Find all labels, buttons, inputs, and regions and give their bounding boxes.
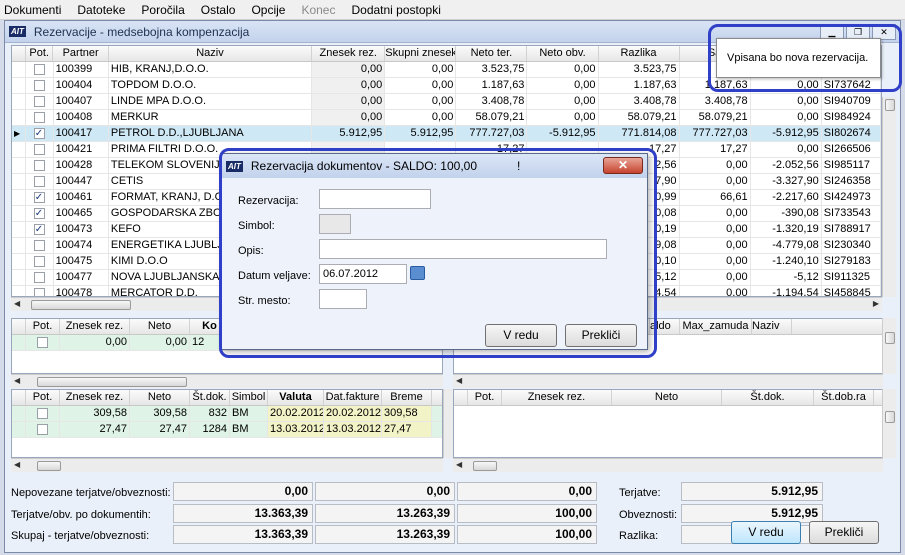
row-checkbox[interactable] xyxy=(33,288,45,296)
mid-right-hscroll[interactable]: ◀ xyxy=(453,374,883,388)
col-razlika[interactable]: Razlika xyxy=(599,46,680,61)
mid-left-hscroll[interactable]: ◀ xyxy=(11,374,443,388)
table-row[interactable]: 100408 MERKUR 0,00 0,00 58.079,21 0,00 58.079,… xyxy=(12,110,881,126)
docr-col-znesek[interactable]: Znesek rez. xyxy=(502,390,612,405)
col-pot[interactable]: Pot. xyxy=(26,46,54,61)
row-checkbox[interactable] xyxy=(33,160,45,171)
doc-col-breme[interactable]: Breme xyxy=(382,390,432,405)
mid-right-vscroll[interactable] xyxy=(882,318,896,374)
col-skupni-znesek[interactable]: Skupni znesek xyxy=(385,46,457,61)
terjatve-value: 5.912,95 xyxy=(681,482,823,501)
row-checkbox[interactable] xyxy=(33,206,45,221)
mid-col-neto[interactable]: Neto xyxy=(130,319,190,334)
doc-col-neto[interactable]: Neto xyxy=(130,390,190,405)
row-checkbox[interactable] xyxy=(33,144,45,155)
doc-col-stdok[interactable]: Št.dok. xyxy=(190,390,230,405)
menu-bar: Dokumenti Datoteke Poročila Ostalo Opcij… xyxy=(0,0,905,20)
terjatve-label: Terjatve: xyxy=(619,487,661,499)
doc-col-datfak[interactable]: Dat.fakture xyxy=(324,390,382,405)
doc-col-simbol[interactable]: Simbol xyxy=(230,390,268,405)
col-znesek-rez[interactable]: Znesek rez. xyxy=(312,46,386,61)
summary-row3-val2: 13.263,39 xyxy=(315,525,455,544)
summary-row3-val1: 13.363,39 xyxy=(173,525,313,544)
menu-dodatni-postopki[interactable]: Dodatni postopki xyxy=(351,3,440,17)
row-checkbox[interactable] xyxy=(33,176,45,187)
window-title: Rezervacije - medsebojna kompenzacija xyxy=(33,24,250,39)
tooltip-highlight xyxy=(708,24,902,92)
doc-col-valuta[interactable]: Valuta xyxy=(268,390,324,405)
doc-col-pot[interactable]: Pot. xyxy=(26,390,60,405)
menu-konec: Konec xyxy=(301,2,336,17)
docr-col-neto[interactable]: Neto xyxy=(612,390,722,405)
row-checkbox[interactable] xyxy=(37,408,48,419)
summary-row1-val3: 0,00 xyxy=(457,482,597,501)
dialog-highlight xyxy=(219,148,657,358)
menu-opcije[interactable]: Opcije xyxy=(251,3,285,17)
summary-row2-val1: 13.363,39 xyxy=(173,504,313,523)
docr-col-pot[interactable]: Pot. xyxy=(468,390,502,405)
app-logo: AIT xyxy=(9,26,26,37)
table-row[interactable]: ▶100417PETROL D.D.,LJUBLJANA5.912,955.91… xyxy=(12,126,881,142)
col-neto-ter[interactable]: Neto ter. xyxy=(456,46,528,61)
ok-button[interactable]: V redu xyxy=(731,521,801,544)
col-neto-obv[interactable]: Neto obv. xyxy=(527,46,599,61)
col-partner[interactable]: Partner xyxy=(53,46,109,61)
table-row[interactable]: 309,58 309,58 832 BM 20.02.2012 20.02.2012 309… xyxy=(12,406,442,422)
document-right-hscroll[interactable]: ◀ xyxy=(453,458,883,472)
row-checkbox[interactable] xyxy=(33,126,45,141)
mid-right-col-naziv[interactable]: Naziv xyxy=(752,319,792,334)
doc-col-znesek[interactable]: Znesek rez. xyxy=(60,390,130,405)
summary-row3-label: Skupaj - terjatve/obveznosti: xyxy=(11,530,150,542)
col-naziv[interactable]: Naziv xyxy=(109,46,313,61)
partner-grid-vscroll[interactable] xyxy=(882,97,896,297)
summary-row3-val3: 100,00 xyxy=(457,525,597,544)
document-right-grid: Pot. Znesek rez. Neto Št.dok. Št.dob.ra xyxy=(453,389,883,458)
summary-row1-label: Nepovezane terjatve/obveznosti: xyxy=(11,487,171,499)
menu-ostalo[interactable]: Ostalo xyxy=(201,3,236,17)
row-checkbox[interactable] xyxy=(33,272,45,283)
mid-col-znesek[interactable]: Znesek rez. xyxy=(60,319,130,334)
menu-porocila[interactable]: Poročila xyxy=(141,3,184,17)
document-right-vscroll[interactable] xyxy=(882,389,896,458)
row-checkbox[interactable] xyxy=(33,190,45,205)
cancel-button[interactable]: Prekliči xyxy=(809,521,879,544)
row-checkbox[interactable] xyxy=(33,222,45,237)
table-row[interactable]: 100407 LINDE MPA D.O.O. 0,00 0,00 3.408,78 0,… xyxy=(12,94,881,110)
obveznosti-label: Obveznosti: xyxy=(619,509,678,521)
row-checkbox[interactable] xyxy=(33,240,45,251)
menu-datoteke[interactable]: Datoteke xyxy=(77,3,125,17)
row-checkbox[interactable] xyxy=(33,256,45,267)
docr-col-stdobra[interactable]: Št.dob.ra xyxy=(814,390,874,405)
mid-right-col-max-zamuda[interactable]: Max_zamuda xyxy=(680,319,752,334)
summary-row2-val2: 13.263,39 xyxy=(315,504,455,523)
mid-col-pot[interactable]: Pot. xyxy=(26,319,60,334)
docr-col-stdok[interactable]: Št.dok. xyxy=(722,390,814,405)
row-checkbox[interactable] xyxy=(37,337,48,348)
row-checkbox[interactable] xyxy=(33,80,45,91)
row-checkbox[interactable] xyxy=(33,96,45,107)
razlika-label: Razlika: xyxy=(619,530,659,542)
document-grid-hscroll[interactable]: ◀ xyxy=(11,458,443,472)
menu-dokumenti[interactable]: Dokumenti xyxy=(4,3,61,17)
row-checkbox[interactable] xyxy=(33,112,45,123)
document-grid: Pot. Znesek rez. Neto Št.dok. Simbol Val… xyxy=(11,389,443,458)
row-checkbox[interactable] xyxy=(33,64,45,75)
row-checkbox[interactable] xyxy=(37,424,48,435)
summary-row1-val1: 0,00 xyxy=(173,482,313,501)
table-row[interactable]: 27,47 27,47 1284 BM 13.03.2012 13.03.2012 27,4… xyxy=(12,422,442,438)
summary-row2-label: Terjatve/obv. po dokumentih: xyxy=(11,509,151,521)
summary-row1-val2: 0,00 xyxy=(315,482,455,501)
summary-row2-val3: 100,00 xyxy=(457,504,597,523)
